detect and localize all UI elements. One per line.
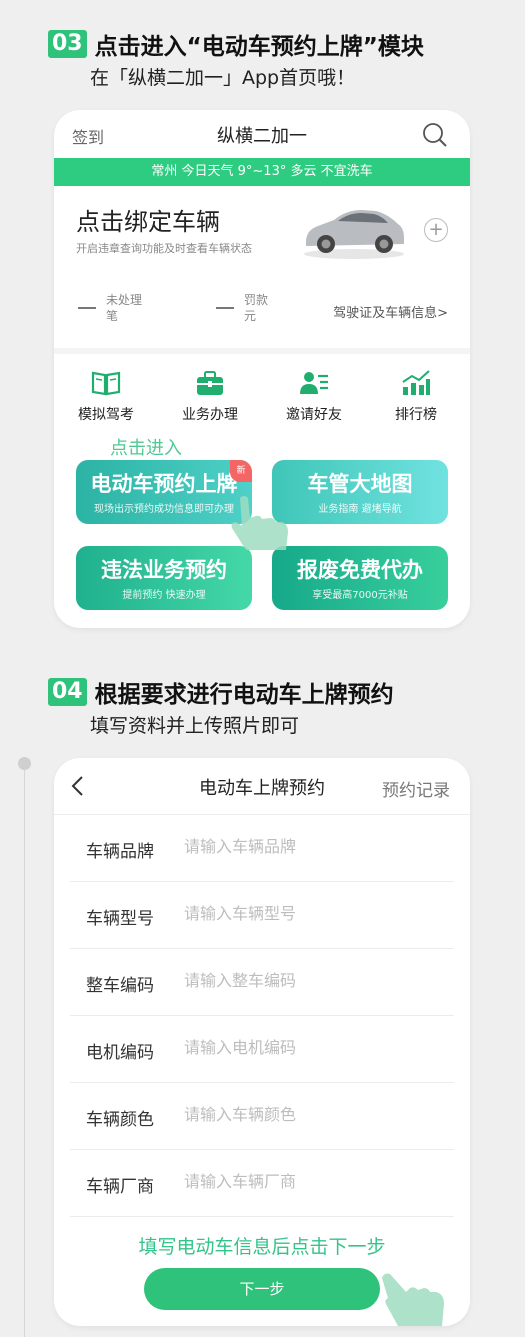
tile-dmv-map[interactable]: 车管大地图 业务指南 避堵导航: [272, 460, 448, 524]
menu-label: 业务办理: [182, 407, 238, 423]
color-input[interactable]: [184, 1105, 424, 1124]
hand-pointer-icon: [382, 1273, 444, 1326]
violation-stats: 未处理 笔 罚款 元 驾驶证及车辆信息>: [54, 282, 470, 348]
user-card-icon: [300, 372, 328, 394]
step4-title: 根据要求进行电动车上牌预约: [94, 682, 394, 708]
tile-subtitle: 业务指南 避堵导航: [318, 504, 402, 515]
menu-label: 排行榜: [395, 407, 437, 423]
stat-dash: [78, 307, 96, 309]
license-info-link[interactable]: 驾驶证及车辆信息>: [333, 302, 448, 321]
quick-menu: 模拟驾考 业务办理 邀请好友 排行榜: [54, 354, 470, 438]
step3-heading: 03 点击进入“电动车预约上牌”模块: [48, 27, 424, 61]
tile-violation-appointment[interactable]: 违法业务预约 提前预约 快速办理: [76, 546, 252, 610]
field-label: 车辆品牌: [86, 842, 154, 862]
tile-scrap-service[interactable]: 报废免费代办 享受最高7000元补贴: [272, 546, 448, 610]
tile-title: 车管大地图: [307, 472, 413, 496]
field-label: 车辆厂商: [86, 1177, 154, 1197]
menu-business[interactable]: 业务办理: [170, 368, 250, 424]
menu-ranking[interactable]: 排行榜: [376, 368, 456, 424]
tile-title: 报废免费代办: [297, 558, 423, 582]
timeline-dot: [18, 757, 31, 770]
manufacturer-input[interactable]: [184, 1172, 424, 1191]
ev-registration-form-screen: 电动车上牌预约 预约记录 车辆品牌 车辆型号 整车编码 电机编码 车辆颜色 车辆…: [54, 758, 470, 1326]
app-header: 签到 纵横二加一: [54, 110, 470, 158]
menu-invite-friends[interactable]: 邀请好友: [274, 368, 354, 424]
chart-icon: [402, 370, 430, 395]
new-badge: 新: [230, 460, 252, 482]
field-model: 车辆型号: [70, 882, 454, 949]
add-vehicle-button[interactable]: +: [424, 218, 448, 242]
bind-vehicle-title[interactable]: 点击绑定车辆: [76, 202, 220, 237]
tile-subtitle: 享受最高7000元补贴: [312, 590, 408, 601]
field-label: 整车编码: [86, 976, 154, 996]
stat-dash: [216, 307, 234, 309]
fine-stat[interactable]: 罚款 元: [216, 292, 268, 324]
unprocessed-stat[interactable]: 未处理 笔: [78, 292, 142, 324]
motor-code-input[interactable]: [184, 1038, 424, 1057]
next-step-button[interactable]: 下一步: [144, 1268, 380, 1310]
bind-vehicle-subtitle: 开启违章查询功能及时查看车辆状态: [76, 242, 252, 255]
briefcase-icon: [197, 371, 223, 395]
step4-heading: 04 根据要求进行电动车上牌预约: [48, 675, 394, 709]
step3-title: 点击进入“电动车预约上牌”模块: [94, 34, 424, 60]
field-brand: 车辆品牌: [70, 815, 454, 882]
step3-number: 03: [48, 30, 87, 58]
field-motor-code: 电机编码: [70, 1016, 454, 1083]
brand-input[interactable]: [184, 837, 424, 856]
form-header: 电动车上牌预约 预约记录: [54, 758, 470, 815]
field-label: 车辆型号: [86, 909, 154, 929]
form-hint: 填写电动车信息后点击下一步: [138, 1236, 386, 1258]
model-input[interactable]: [184, 904, 424, 923]
app-home-screen: 签到 纵横二加一 常州 今日天气 9°~13° 多云 不宜洗车 点击绑定车辆 开…: [54, 110, 470, 628]
menu-label: 模拟驾考: [78, 407, 134, 423]
menu-mock-exam[interactable]: 模拟驾考: [66, 368, 146, 424]
bind-vehicle-panel[interactable]: 点击绑定车辆 开启违章查询功能及时查看车辆状态 +: [54, 186, 470, 282]
unprocessed-label: 未处理: [106, 293, 143, 307]
fine-unit: 元: [244, 309, 257, 323]
step4-subtitle: 填写资料并上传照片即可: [90, 715, 300, 737]
vehicle-code-input[interactable]: [184, 971, 424, 990]
tile-subtitle: 提前预约 快速办理: [122, 590, 206, 601]
field-color: 车辆颜色: [70, 1083, 454, 1150]
step4-number: 04: [48, 678, 87, 706]
book-icon: [91, 371, 121, 396]
appointment-records-link[interactable]: 预约记录: [382, 776, 450, 801]
field-manufacturer: 车辆厂商: [70, 1150, 454, 1217]
unprocessed-unit: 笔: [106, 309, 119, 323]
search-icon[interactable]: [422, 122, 448, 148]
field-label: 电机编码: [86, 1043, 154, 1063]
tap-hint: 点击进入: [110, 438, 182, 459]
menu-label: 邀请好友: [286, 407, 342, 423]
step3-subtitle: 在「纵横二加一」App首页哦！: [90, 67, 356, 89]
app-title: 纵横二加一: [217, 126, 307, 147]
weather-bar: 常州 今日天气 9°~13° 多云 不宜洗车: [54, 158, 470, 186]
car-image: [304, 210, 404, 259]
hand-pointer-icon: [231, 496, 288, 550]
field-vehicle-code: 整车编码: [70, 949, 454, 1016]
timeline-line: [24, 770, 25, 1337]
field-label: 车辆颜色: [86, 1110, 154, 1130]
tile-title: 违法业务预约: [101, 558, 227, 582]
fine-label: 罚款: [244, 293, 269, 307]
